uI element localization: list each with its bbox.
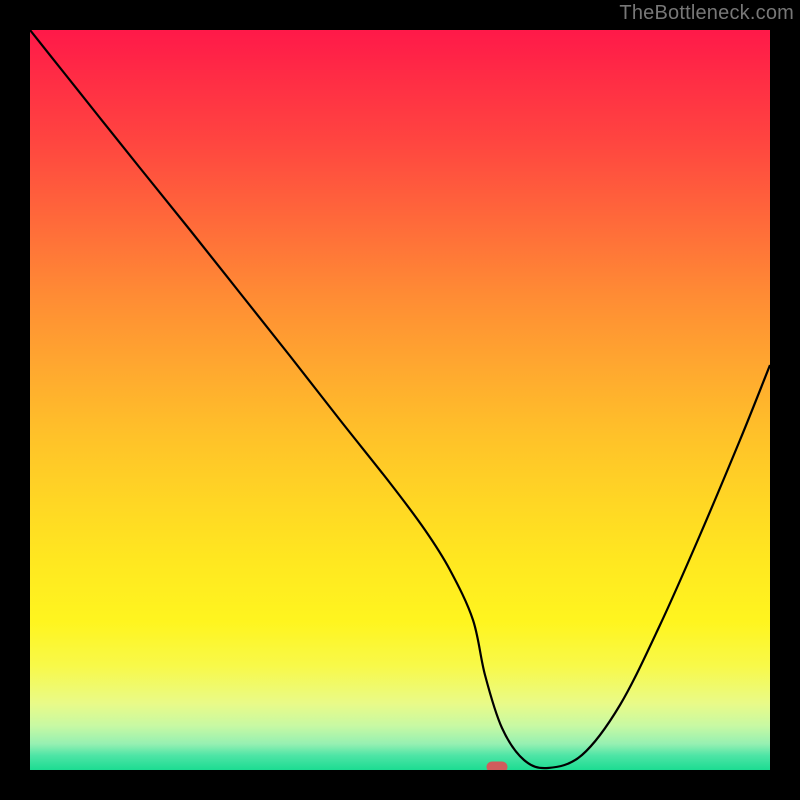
bottleneck-curve — [30, 30, 770, 770]
chart-frame: TheBottleneck.com — [0, 0, 800, 800]
watermark-text: TheBottleneck.com — [619, 2, 794, 25]
plot-area — [30, 30, 770, 770]
optimum-marker — [487, 762, 508, 771]
